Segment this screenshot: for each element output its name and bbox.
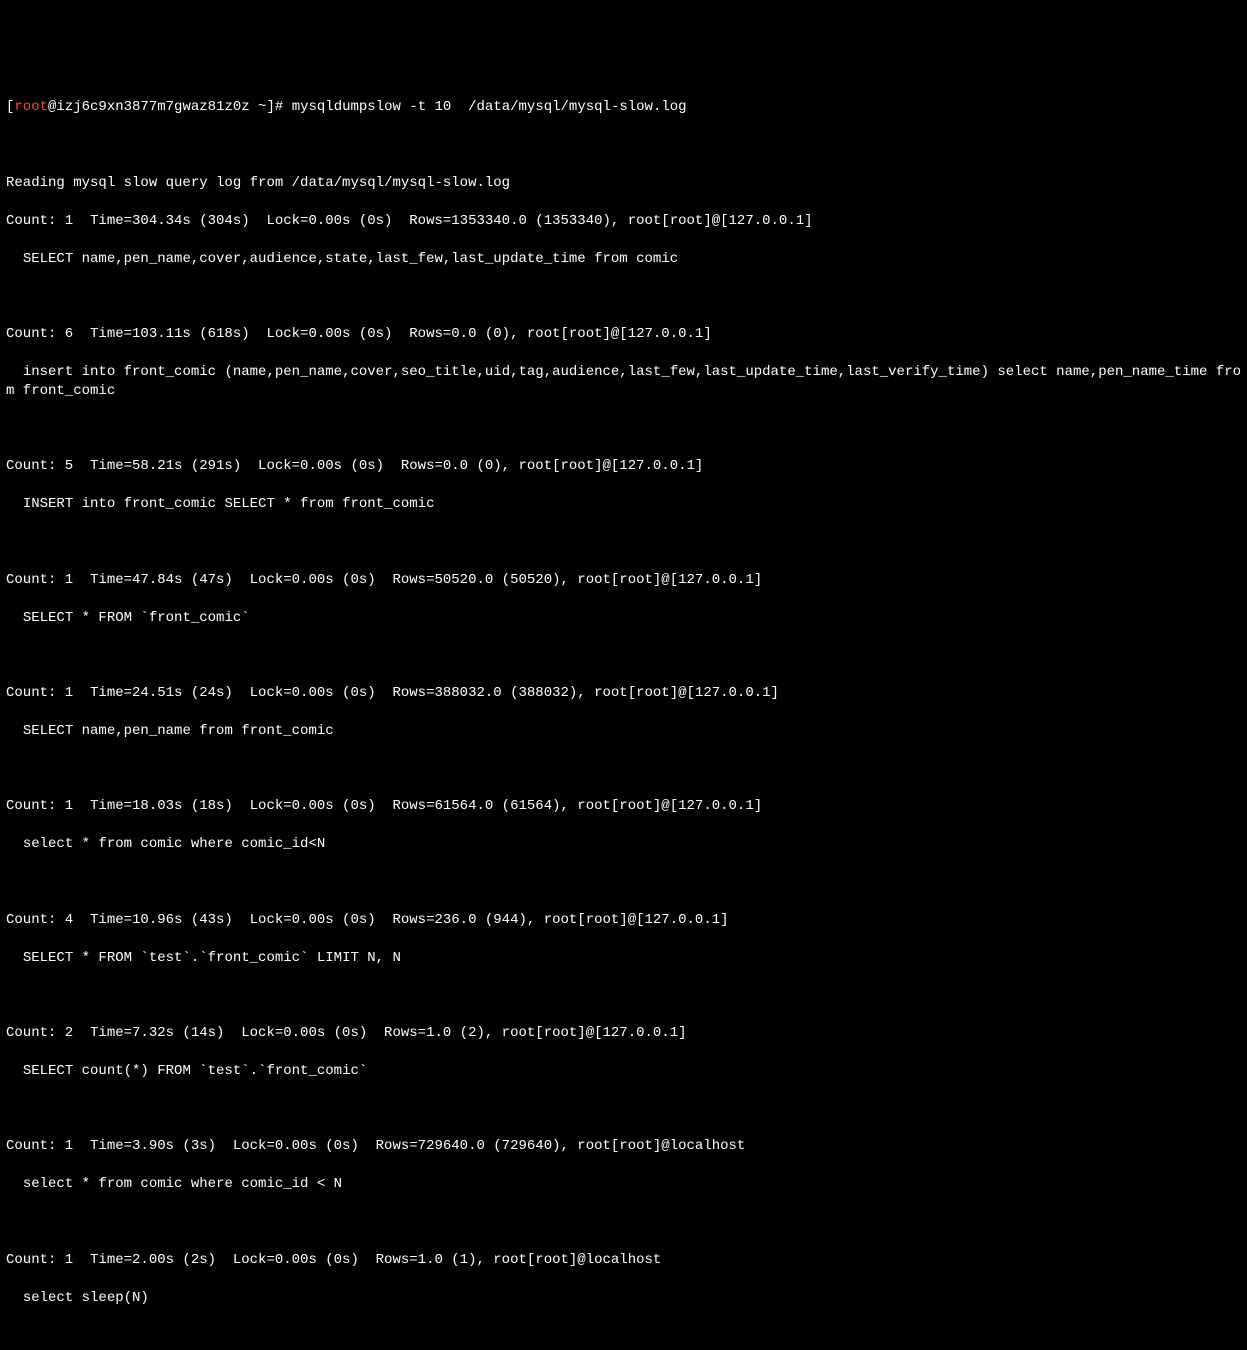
entry-stats: Count: 1 Time=2.00s (2s) Lock=0.00s (0s)… (6, 1251, 1241, 1270)
entry-query: insert into front_comic (name,pen_name,c… (6, 363, 1241, 401)
blank-line (6, 1326, 1241, 1345)
entry-stats: Count: 1 Time=3.90s (3s) Lock=0.00s (0s)… (6, 1137, 1241, 1156)
prompt-path: ~ (250, 99, 267, 115)
blank-line (6, 287, 1241, 306)
prompt-user: root (14, 99, 48, 115)
entry-stats: Count: 4 Time=10.96s (43s) Lock=0.00s (0… (6, 911, 1241, 930)
blank-line (6, 873, 1241, 892)
blank-line (6, 533, 1241, 552)
blank-line (6, 986, 1241, 1005)
entry-stats: Count: 6 Time=103.11s (618s) Lock=0.00s … (6, 325, 1241, 344)
blank-line (6, 760, 1241, 779)
entry-query: INSERT into front_comic SELECT * from fr… (6, 495, 1241, 514)
entry-stats: Count: 5 Time=58.21s (291s) Lock=0.00s (… (6, 457, 1241, 476)
entry-query: SELECT * FROM `front_comic` (6, 609, 1241, 628)
blank-line (6, 136, 1241, 155)
entry-query: select sleep(N) (6, 1289, 1241, 1308)
entry-query: SELECT count(*) FROM `test`.`front_comic… (6, 1062, 1241, 1081)
entry-query: SELECT * FROM `test`.`front_comic` LIMIT… (6, 949, 1241, 968)
entry-stats: Count: 1 Time=304.34s (304s) Lock=0.00s … (6, 212, 1241, 231)
blank-line (6, 1100, 1241, 1119)
entry-stats: Count: 1 Time=24.51s (24s) Lock=0.00s (0… (6, 684, 1241, 703)
entry-query: SELECT name,pen_name from front_comic (6, 722, 1241, 741)
command-text: mysqldumpslow -t 10 /data/mysql/mysql-sl… (292, 99, 687, 115)
bracket: ]# (266, 99, 291, 115)
blank-line (6, 420, 1241, 439)
entry-query: select * from comic where comic_id < N (6, 1175, 1241, 1194)
entry-query: select * from comic where comic_id<N (6, 835, 1241, 854)
blank-line (6, 646, 1241, 665)
entry-stats: Count: 1 Time=47.84s (47s) Lock=0.00s (0… (6, 571, 1241, 590)
prompt-line-1: [root@izj6c9xn3877m7gwaz81z0z ~]# mysqld… (6, 98, 1241, 117)
entry-stats: Count: 1 Time=18.03s (18s) Lock=0.00s (0… (6, 797, 1241, 816)
reading-line: Reading mysql slow query log from /data/… (6, 174, 1241, 193)
blank-line (6, 1213, 1241, 1232)
prompt-host: izj6c9xn3877m7gwaz81z0z (56, 99, 249, 115)
entry-query: SELECT name,pen_name,cover,audience,stat… (6, 250, 1241, 269)
entry-stats: Count: 2 Time=7.32s (14s) Lock=0.00s (0s… (6, 1024, 1241, 1043)
terminal-output[interactable]: [root@izj6c9xn3877m7gwaz81z0z ~]# mysqld… (6, 80, 1241, 1350)
